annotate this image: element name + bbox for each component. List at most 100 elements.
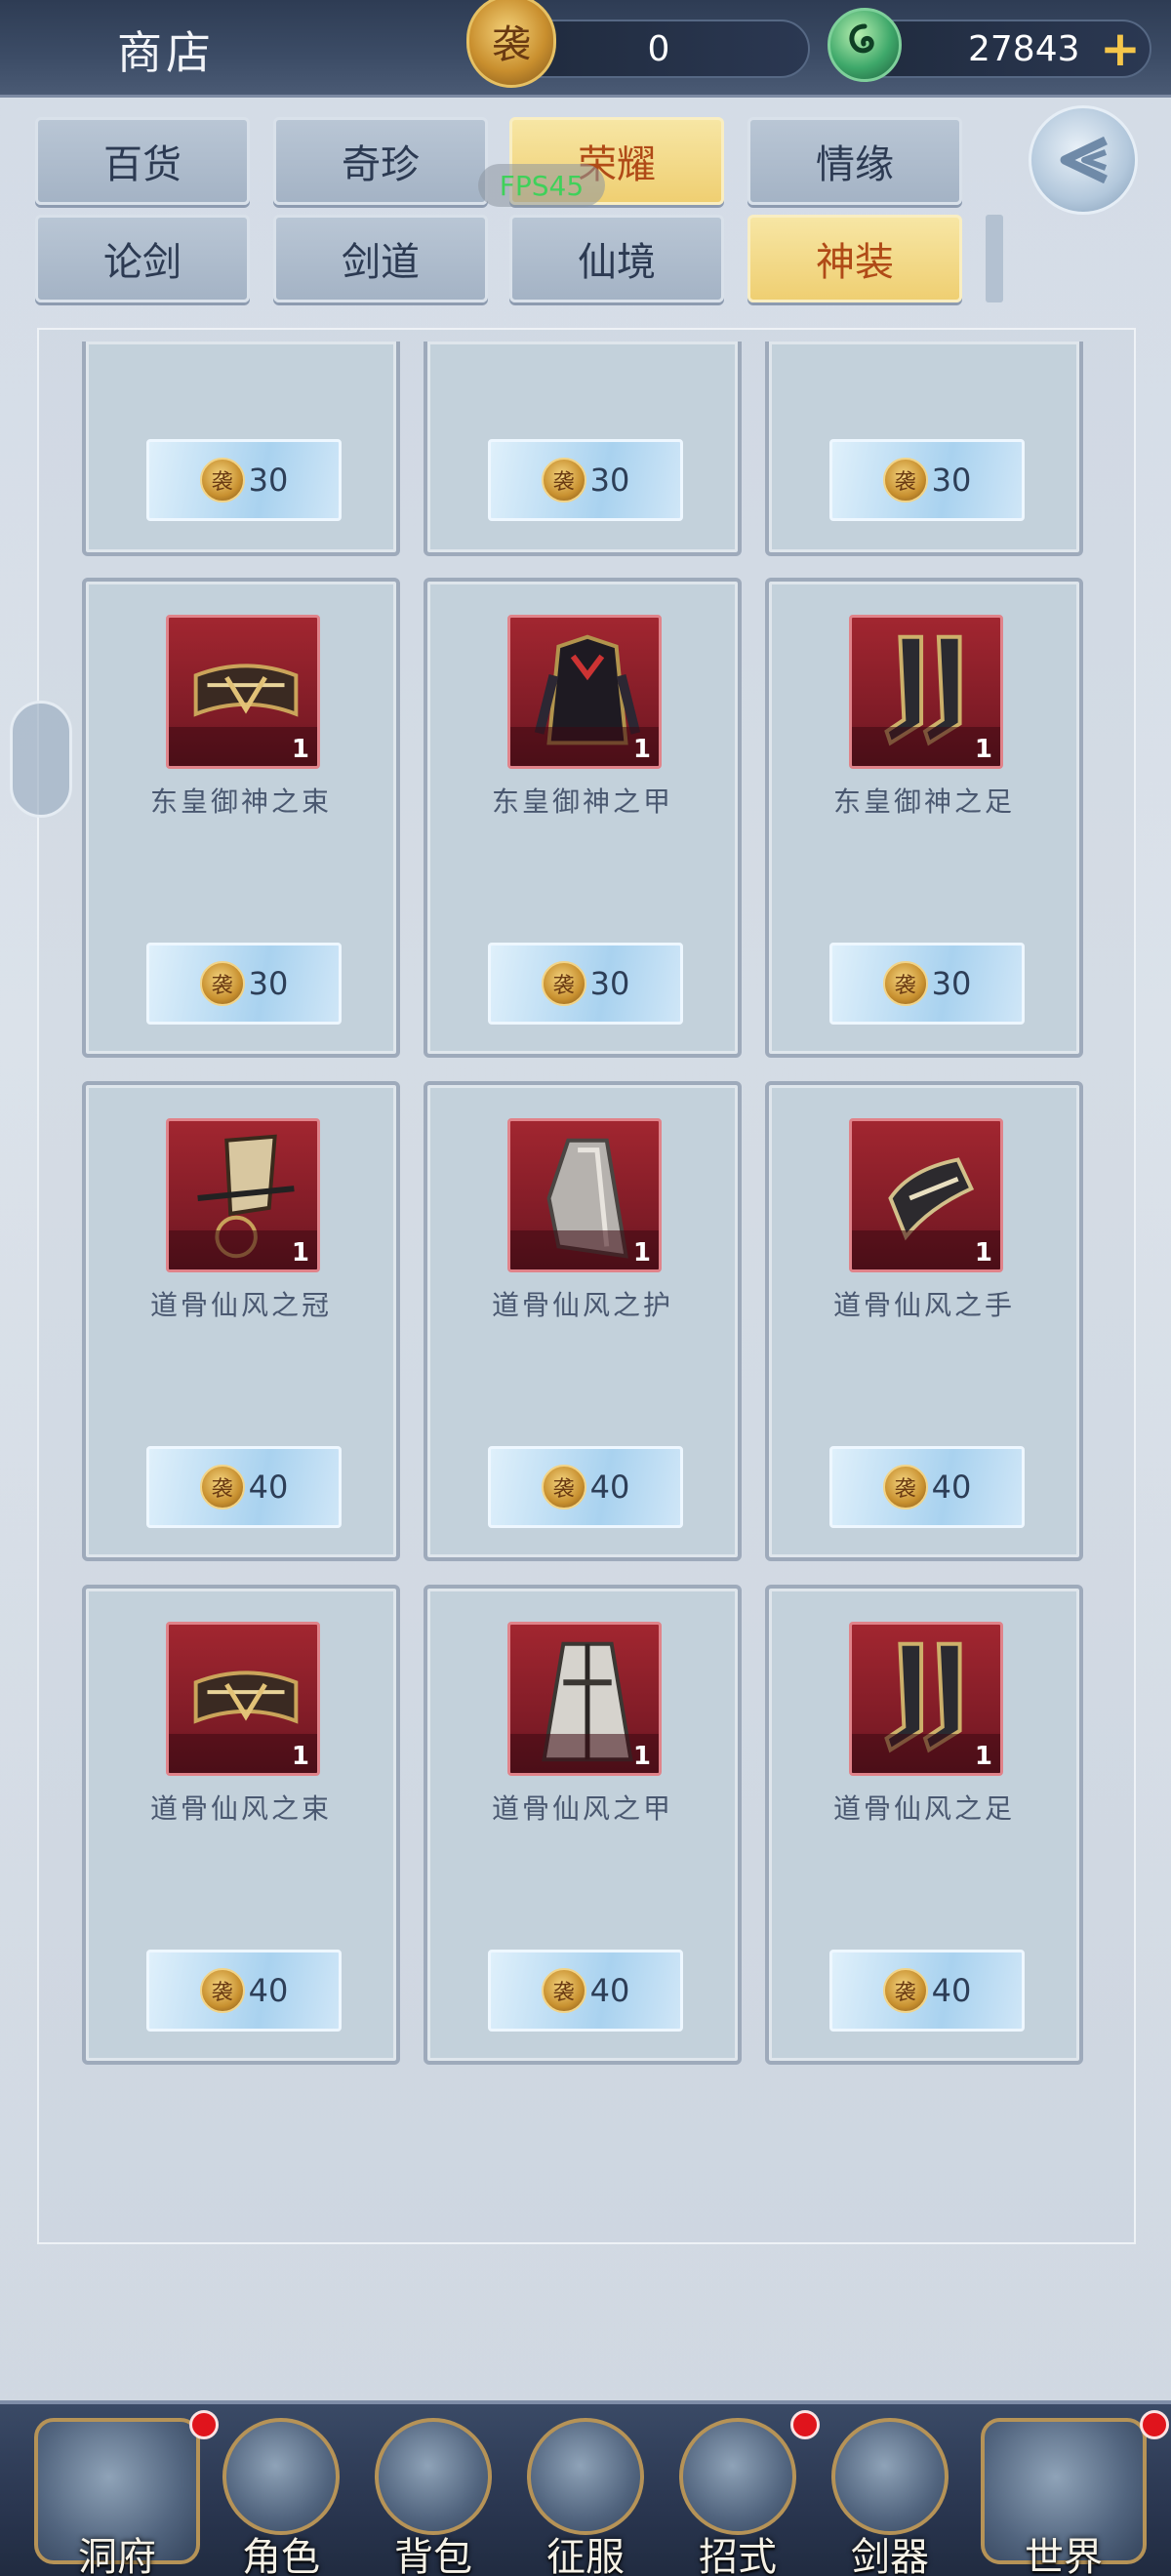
item-quantity: 1 — [632, 1742, 651, 1771]
page-title: 商店 — [117, 26, 215, 79]
tab-tabs_row2-1[interactable]: 剑道 — [273, 215, 488, 302]
back-button[interactable] — [1029, 105, 1138, 215]
item-quantity: 1 — [291, 1742, 309, 1771]
honor-currency-value: 0 — [647, 28, 670, 69]
honor-coin-icon: 袭 — [466, 0, 556, 88]
item-name: 东皇御神之束 — [149, 785, 332, 818]
buy-button[interactable]: 袭 40 — [146, 1950, 342, 2032]
honor-coin-icon: 袭 — [541, 1465, 586, 1509]
price-value: 40 — [248, 1972, 289, 2009]
item-thumbnail[interactable]: 1 — [166, 1622, 320, 1776]
honor-coin-icon: 袭 — [199, 961, 245, 1006]
price-value: 30 — [931, 965, 972, 1002]
shop-item-card[interactable]: 1 东皇御神之甲袭 30 — [424, 578, 742, 1058]
buy-button[interactable]: 袭 30 — [488, 439, 683, 521]
price-value: 40 — [931, 1972, 972, 2009]
price-value: 30 — [248, 462, 289, 499]
price-value: 40 — [589, 1469, 630, 1506]
nav-icon — [527, 2418, 644, 2535]
nav-label: 世界 — [1025, 2535, 1103, 2576]
shop-item-card[interactable]: 袭 30 — [82, 342, 400, 556]
notification-badge — [790, 2410, 820, 2439]
honor-coin-icon: 袭 — [199, 1465, 245, 1509]
item-quantity: 1 — [291, 1238, 309, 1268]
item-thumbnail[interactable]: 1 — [166, 1118, 320, 1272]
nav-item-1[interactable]: 角色 — [213, 2418, 349, 2576]
tab-tabs_row2-2[interactable]: 仙境 — [509, 215, 724, 302]
item-thumbnail[interactable]: 1 — [507, 615, 662, 769]
buy-button[interactable]: 袭 30 — [829, 439, 1025, 521]
item-quantity: 1 — [632, 735, 651, 764]
tab-tabs_row1-0[interactable]: 百货 — [35, 117, 250, 205]
jade-currency-value: 27843 — [968, 28, 1080, 69]
item-thumbnail[interactable]: 1 — [849, 615, 1003, 769]
nav-item-0[interactable]: 洞府 — [29, 2418, 205, 2576]
nav-item-6[interactable]: 世界 — [976, 2418, 1151, 2576]
shop-item-card[interactable]: 1 道骨仙风之护袭 40 — [424, 1081, 742, 1561]
nav-label: 征服 — [546, 2535, 625, 2576]
shop-item-card[interactable]: 1 东皇御神之足袭 30 — [765, 578, 1083, 1058]
buy-button[interactable]: 袭 30 — [146, 943, 342, 1025]
nav-label: 洞府 — [78, 2535, 156, 2576]
nav-item-3[interactable]: 征服 — [517, 2418, 654, 2576]
tab-tabs_row1-3[interactable]: 情缘 — [747, 117, 962, 205]
buy-button[interactable]: 袭 40 — [829, 1950, 1025, 2032]
shop-item-card[interactable]: 1 道骨仙风之甲袭 40 — [424, 1585, 742, 2065]
item-name: 道骨仙风之甲 — [491, 1792, 673, 1825]
item-thumbnail[interactable]: 1 — [166, 615, 320, 769]
buy-button[interactable]: 袭 30 — [488, 943, 683, 1025]
shop-item-card[interactable]: 袭 30 — [424, 342, 742, 556]
item-thumbnail[interactable]: 1 — [849, 1118, 1003, 1272]
price-value: 30 — [589, 965, 630, 1002]
shop-item-card[interactable]: 1 道骨仙风之手袭 40 — [765, 1081, 1083, 1561]
item-quantity: 1 — [974, 735, 992, 764]
buy-button[interactable]: 袭 30 — [829, 943, 1025, 1025]
nav-label: 招式 — [699, 2535, 777, 2576]
tab-tabs_row2-0[interactable]: 论剑 — [35, 215, 250, 302]
top-bar: 商店 0 袭 27843 + — [0, 0, 1171, 98]
nav-label: 背包 — [394, 2535, 472, 2576]
buy-button[interactable]: 袭 40 — [829, 1446, 1025, 1528]
notification-badge — [1140, 2410, 1169, 2439]
item-thumbnail[interactable]: 1 — [507, 1118, 662, 1272]
nav-item-5[interactable]: 剑器 — [822, 2418, 958, 2576]
nav-icon — [375, 2418, 492, 2535]
shop-item-card[interactable]: 1 道骨仙风之束袭 40 — [82, 1585, 400, 2065]
side-scroll-handle[interactable] — [10, 701, 72, 818]
item-name: 东皇御神之足 — [832, 785, 1015, 818]
shop-item-card[interactable]: 袭 30 — [765, 342, 1083, 556]
item-quantity: 1 — [974, 1238, 992, 1268]
item-name: 道骨仙风之冠 — [149, 1289, 332, 1321]
honor-coin-icon: 袭 — [199, 458, 245, 503]
nav-icon — [679, 2418, 796, 2535]
buy-button[interactable]: 袭 30 — [146, 439, 342, 521]
buy-button[interactable]: 袭 40 — [488, 1446, 683, 1528]
item-thumbnail[interactable]: 1 — [507, 1622, 662, 1776]
item-name: 道骨仙风之束 — [149, 1792, 332, 1825]
buy-button[interactable]: 袭 40 — [146, 1446, 342, 1528]
honor-coin-icon: 袭 — [199, 1968, 245, 2013]
honor-coin-icon: 袭 — [882, 961, 928, 1006]
tab-tabs_row1-1[interactable]: 奇珍 — [273, 117, 488, 205]
buy-button[interactable]: 袭 40 — [488, 1950, 683, 2032]
honor-coin-icon: 袭 — [541, 458, 586, 503]
tab-tabs_row2-3[interactable]: 神装 — [747, 215, 962, 302]
shop-item-card[interactable]: 1 道骨仙风之冠袭 40 — [82, 1081, 400, 1561]
nav-item-4[interactable]: 招式 — [669, 2418, 806, 2576]
nav-label: 角色 — [242, 2535, 320, 2576]
price-value: 40 — [931, 1469, 972, 1506]
honor-coin-icon: 袭 — [882, 1968, 928, 2013]
item-name: 道骨仙风之护 — [491, 1289, 673, 1321]
shop-item-card[interactable]: 1 道骨仙风之足袭 40 — [765, 1585, 1083, 2065]
fps-counter: FPS45 — [478, 164, 605, 207]
honor-coin-icon: 袭 — [882, 458, 928, 503]
nav-label: 剑器 — [851, 2535, 929, 2576]
price-value: 30 — [248, 965, 289, 1002]
tab-overflow-indicator — [986, 215, 1003, 302]
nav-item-2[interactable]: 背包 — [365, 2418, 502, 2576]
shop-item-card[interactable]: 1 东皇御神之束袭 30 — [82, 578, 400, 1058]
add-currency-button[interactable]: + — [1093, 21, 1148, 76]
honor-coin-icon: 袭 — [882, 1465, 928, 1509]
item-thumbnail[interactable]: 1 — [849, 1622, 1003, 1776]
price-value: 30 — [931, 462, 972, 499]
